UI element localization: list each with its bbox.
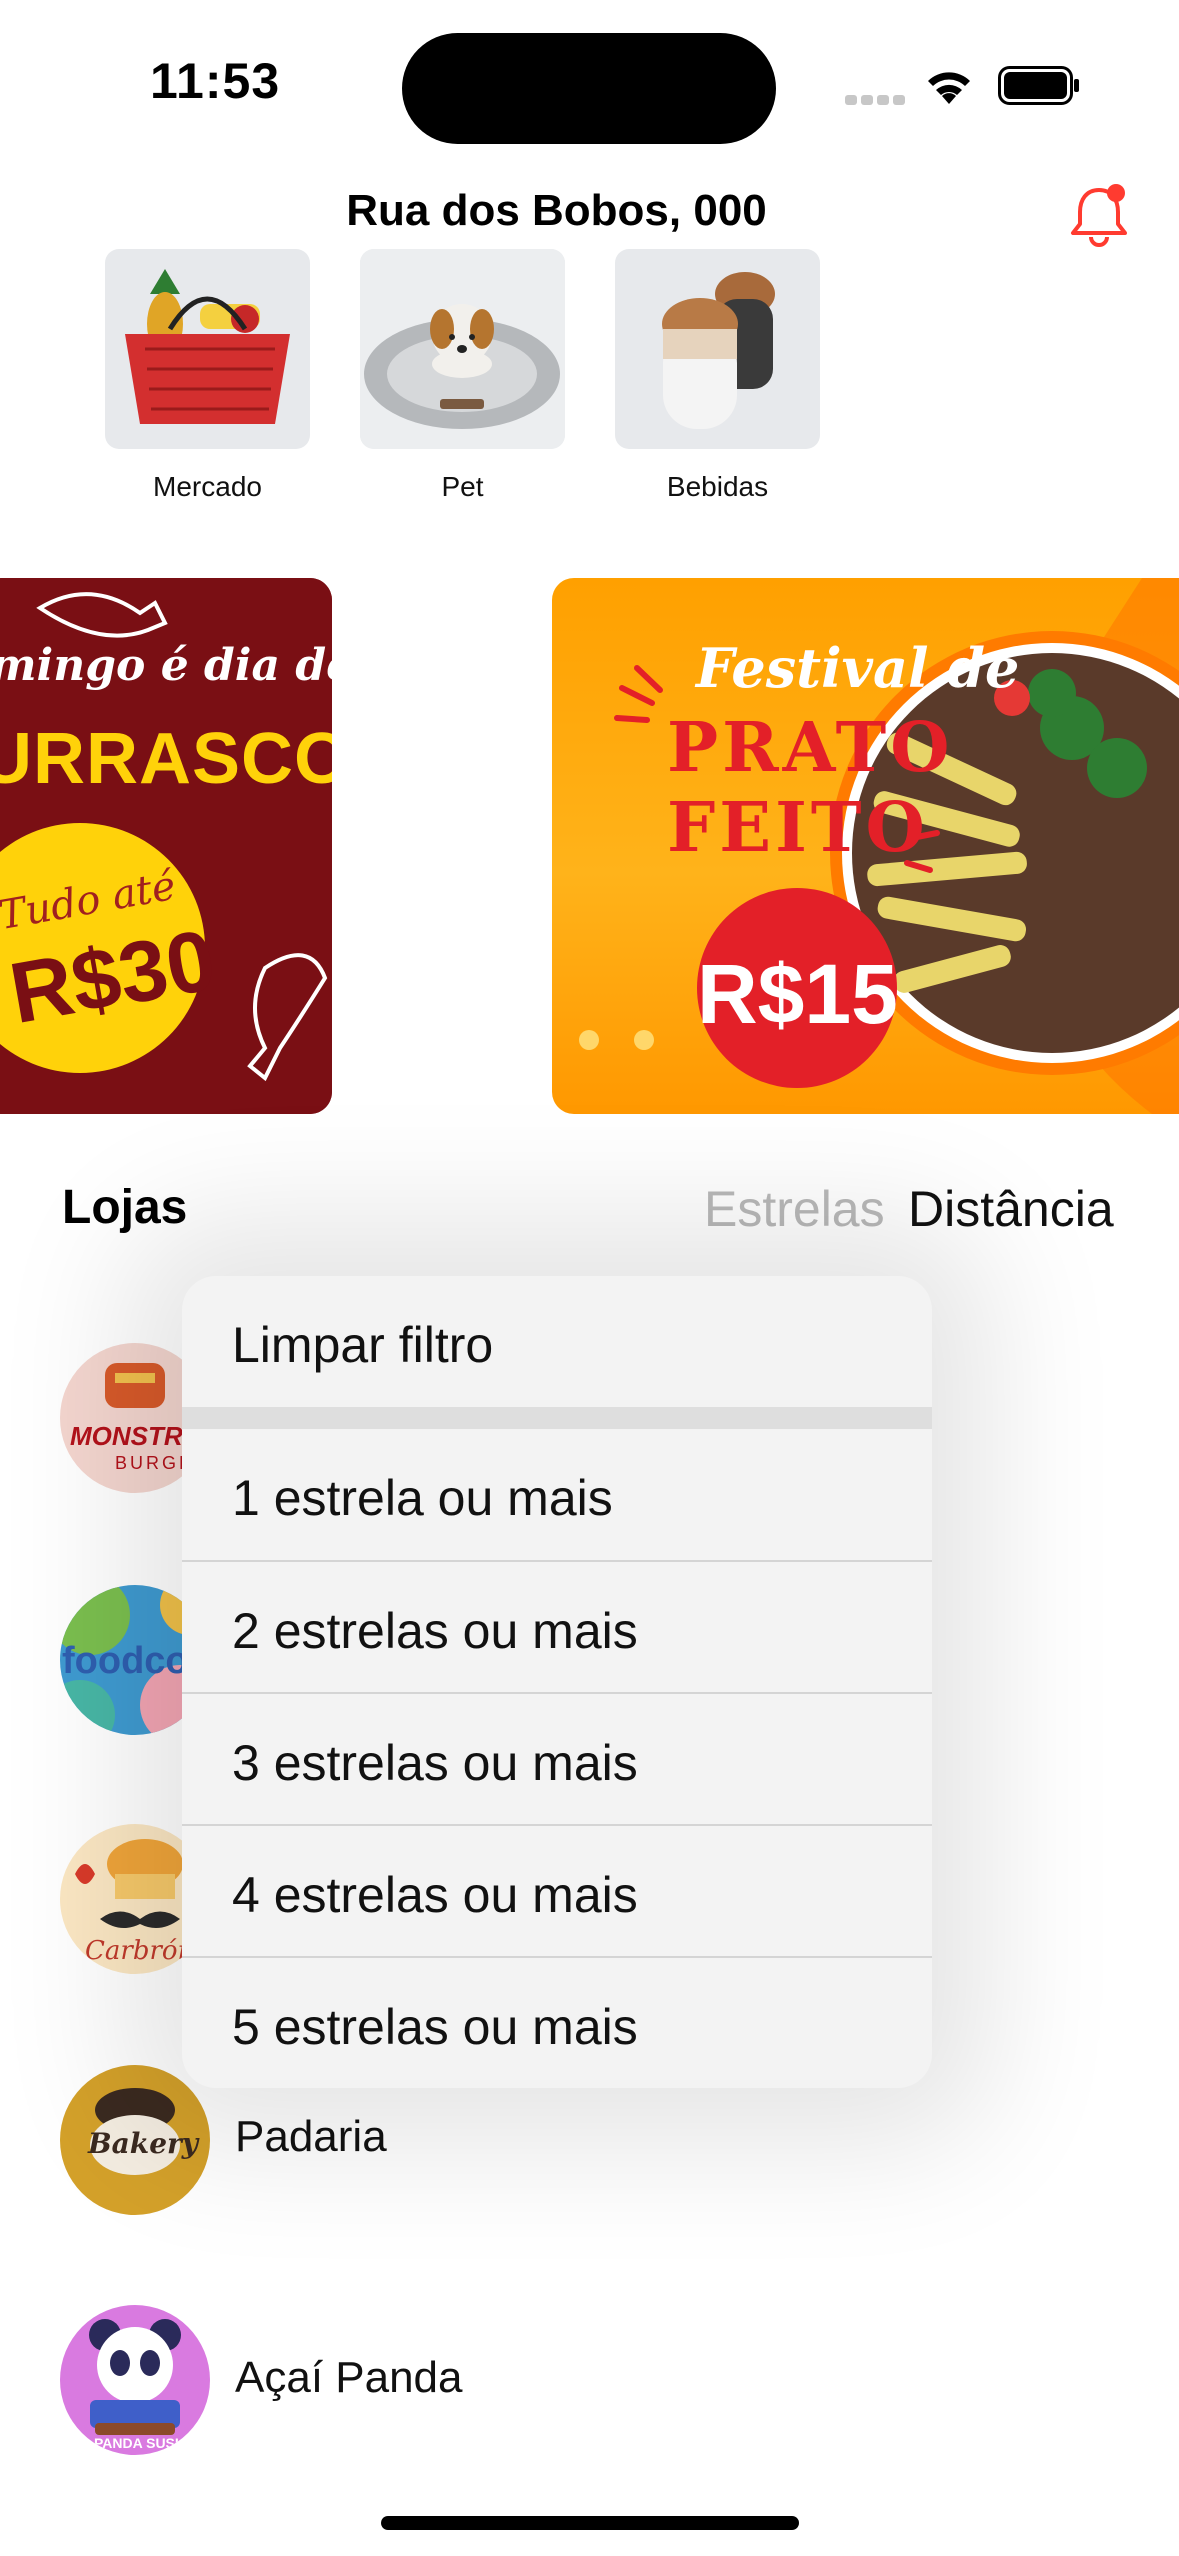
clear-filter-item[interactable]: Limpar filtro: [182, 1276, 932, 1407]
banner-text: mingo é dia de: [0, 640, 332, 691]
battery-icon: [998, 66, 1079, 105]
filter-3-stars-item[interactable]: 3 estrelas ou mais: [182, 1694, 932, 1825]
sort-by-distance-button[interactable]: Distância: [908, 1180, 1114, 1238]
banner-title: URRASCO: [0, 719, 332, 799]
category-label: Bebidas: [666, 471, 769, 502]
dynamic-island: [402, 33, 776, 144]
category-bebidas[interactable]: Bebidas: [615, 249, 820, 503]
banner-title: PRATO: [667, 708, 954, 788]
filter-1-star-item[interactable]: 1 estrela ou mais: [182, 1429, 932, 1560]
menu-item-label: 3 estrelas ou mais: [232, 1735, 638, 1791]
store-logo-text: Bakery: [88, 2127, 199, 2160]
promo-banner-churrasco[interactable]: mingo é dia de URRASCO Tudo até R$30: [0, 578, 332, 1114]
filter-4-stars-item[interactable]: 4 estrelas ou mais: [182, 1826, 932, 1957]
menu-item-label: 2 estrelas ou mais: [232, 1603, 638, 1659]
sort-by-stars-button[interactable]: Estrelas: [704, 1180, 885, 1238]
menu-item-label: Limpar filtro: [232, 1317, 494, 1373]
banner-title: FEITO: [667, 788, 929, 868]
store-logo-acai-panda[interactable]: PANDA SUSHI: [60, 2305, 210, 2455]
coffee-drinks-image: [615, 249, 820, 449]
banner-text: Festival de: [696, 636, 1020, 700]
menu-item-label: 4 estrelas ou mais: [232, 1867, 638, 1923]
filter-2-stars-item[interactable]: 2 estrelas ou mais: [182, 1562, 932, 1693]
category-label: Mercado: [153, 471, 262, 502]
filter-5-stars-item[interactable]: 5 estrelas ou mais: [182, 1958, 932, 2088]
promo-banner-prato-feito[interactable]: Festival de PRATO FEITO R$15: [552, 578, 1179, 1114]
menu-item-label: 1 estrela ou mais: [232, 1470, 613, 1526]
address-title[interactable]: Rua dos Bobos, 000: [0, 186, 1113, 236]
shopping-basket-image: [105, 249, 310, 449]
notification-bell-icon[interactable]: [1066, 180, 1132, 248]
home-indicator[interactable]: [381, 2516, 799, 2530]
menu-item-label: 5 estrelas ou mais: [232, 1999, 638, 2055]
menu-section-divider: [182, 1407, 932, 1429]
stores-section-title: Lojas: [62, 1181, 188, 1234]
category-pet[interactable]: Pet: [360, 249, 565, 503]
wifi-icon: [928, 72, 970, 104]
stars-filter-menu: Limpar filtro 1 estrela ou mais 2 estrel…: [182, 1276, 932, 2088]
store-name-acai-panda[interactable]: Açaí Panda: [235, 2353, 463, 2403]
category-mercado[interactable]: Mercado: [105, 249, 310, 503]
store-logo-text: PANDA SUSHI: [94, 2435, 189, 2451]
banner-badge-price: R$15: [697, 947, 898, 1041]
dog-bed-image: [360, 249, 565, 449]
category-label: Pet: [441, 471, 484, 502]
cellular-signal-icon: [845, 90, 905, 110]
store-logo-text: Carbrón: [85, 1936, 195, 1966]
status-time: 11:53: [150, 53, 281, 109]
store-name-padaria[interactable]: Padaria: [235, 2112, 387, 2162]
